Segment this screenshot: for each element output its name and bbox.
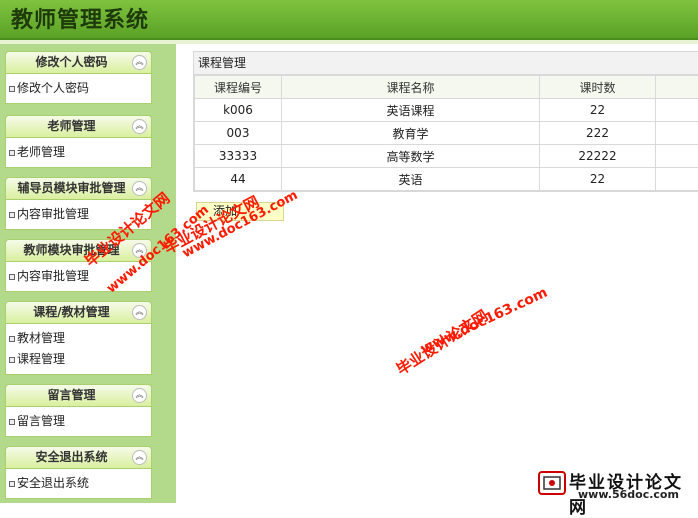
bullet-icon	[9, 274, 15, 280]
logo-url: www.56doc.com	[578, 488, 679, 501]
table-cell-empty	[656, 99, 698, 122]
sidebar-item-teacher[interactable]: 老师管理	[6, 142, 151, 163]
sidebar-item-logout[interactable]: 安全退出系统	[6, 473, 151, 494]
column-header-empty	[656, 76, 698, 99]
table-cell: 222	[540, 122, 656, 145]
bullet-icon	[9, 357, 15, 363]
panel-header[interactable]: 教师模块审批管理︽	[5, 239, 152, 262]
bullet-icon	[9, 336, 15, 342]
sidebar-item-label: 修改个人密码	[17, 81, 89, 95]
collapse-icon[interactable]: ︽	[132, 305, 147, 320]
collapse-icon[interactable]: ︽	[132, 450, 147, 465]
site-logo: 毕业设计论文网 www.56doc.com	[538, 466, 698, 503]
table-cell: 003	[195, 122, 282, 145]
course-table: 课程编号 课程名称 课时数 k006 英语课程 22 003 教育学 222 3…	[194, 75, 698, 191]
main-content: 课程管理 课程编号 课程名称 课时数 k006 英语课程 22 003 教育学 …	[176, 44, 698, 503]
panel-password: 修改个人密码︽ 修改个人密码	[5, 51, 152, 104]
panel-header[interactable]: 修改个人密码︽	[5, 51, 152, 74]
table-cell: 44	[195, 168, 282, 191]
sidebar-item-label: 内容审批管理	[17, 269, 89, 283]
sidebar-item-change-password[interactable]: 修改个人密码	[6, 78, 151, 99]
table-cell: 22222	[540, 145, 656, 168]
panel-title: 留言管理	[6, 385, 151, 406]
sidebar-item-label: 安全退出系统	[17, 476, 89, 490]
sidebar-item-label: 课程管理	[17, 352, 65, 366]
bullet-icon	[9, 86, 15, 92]
app-header: 教师管理系统	[0, 0, 698, 40]
table-cell: 高等数学	[282, 145, 540, 168]
panel-header[interactable]: 留言管理︽	[5, 384, 152, 407]
panel-title: 课程/教材管理	[6, 302, 151, 323]
sidebar-item-textbook[interactable]: 教材管理	[6, 328, 151, 349]
table-cell: 教育学	[282, 122, 540, 145]
table-cell: 英语	[282, 168, 540, 191]
panel-teacher: 老师管理︽ 老师管理	[5, 115, 152, 168]
bullet-icon	[9, 419, 15, 425]
collapse-icon[interactable]: ︽	[132, 181, 147, 196]
table-cell: 22	[540, 99, 656, 122]
table-cell: 33333	[195, 145, 282, 168]
table-cell-empty	[656, 145, 698, 168]
sidebar-item-message[interactable]: 留言管理	[6, 411, 151, 432]
table-row: 44 英语 22	[195, 168, 698, 191]
table-header-row: 课程编号 课程名称 课时数	[195, 76, 698, 99]
course-table-box: 课程管理 课程编号 课程名称 课时数 k006 英语课程 22 003 教育学 …	[193, 51, 698, 192]
app-title: 教师管理系统	[11, 2, 149, 34]
panel-title: 安全退出系统	[6, 447, 151, 468]
sidebar-item-course[interactable]: 课程管理	[6, 349, 151, 370]
column-header: 课程名称	[282, 76, 540, 99]
panel-course: 课程/教材管理︽ 教材管理 课程管理	[5, 301, 152, 375]
table-row: 33333 高等数学 22222	[195, 145, 698, 168]
sidebar-item-label: 老师管理	[17, 145, 65, 159]
course-table-title: 课程管理	[194, 52, 698, 75]
panel-header[interactable]: 老师管理︽	[5, 115, 152, 138]
panel-title: 老师管理	[6, 116, 151, 137]
table-cell: k006	[195, 99, 282, 122]
column-header: 课时数	[540, 76, 656, 99]
table-row: 003 教育学 222	[195, 122, 698, 145]
table-cell-empty	[656, 168, 698, 191]
collapse-icon[interactable]: ︽	[132, 119, 147, 134]
collapse-icon[interactable]: ︽	[132, 388, 147, 403]
sidebar-item-label: 教材管理	[17, 331, 65, 345]
bullet-icon	[9, 481, 15, 487]
sidebar-item-label: 内容审批管理	[17, 207, 89, 221]
table-cell: 22	[540, 168, 656, 191]
table-row: k006 英语课程 22	[195, 99, 698, 122]
panel-message: 留言管理︽ 留言管理	[5, 384, 152, 437]
panel-title: 辅导员模块审批管理	[6, 178, 151, 199]
collapse-icon[interactable]: ︽	[132, 55, 147, 70]
sidebar-item-label: 留言管理	[17, 414, 65, 428]
panel-title: 修改个人密码	[6, 52, 151, 73]
panel-header[interactable]: 课程/教材管理︽	[5, 301, 152, 324]
table-cell: 英语课程	[282, 99, 540, 122]
panel-title: 教师模块审批管理	[6, 240, 151, 261]
panel-header[interactable]: 辅导员模块审批管理︽	[5, 177, 152, 200]
panel-header[interactable]: 安全退出系统︽	[5, 446, 152, 469]
bullet-icon	[9, 150, 15, 156]
sidebar: 修改个人密码︽ 修改个人密码 老师管理︽ 老师管理 辅导员模块审批管理︽ 内容审…	[0, 44, 176, 503]
panel-logout: 安全退出系统︽ 安全退出系统	[5, 446, 152, 499]
logo-mark-icon	[538, 471, 566, 495]
column-header: 课程编号	[195, 76, 282, 99]
table-cell-empty	[656, 122, 698, 145]
bullet-icon	[9, 212, 15, 218]
